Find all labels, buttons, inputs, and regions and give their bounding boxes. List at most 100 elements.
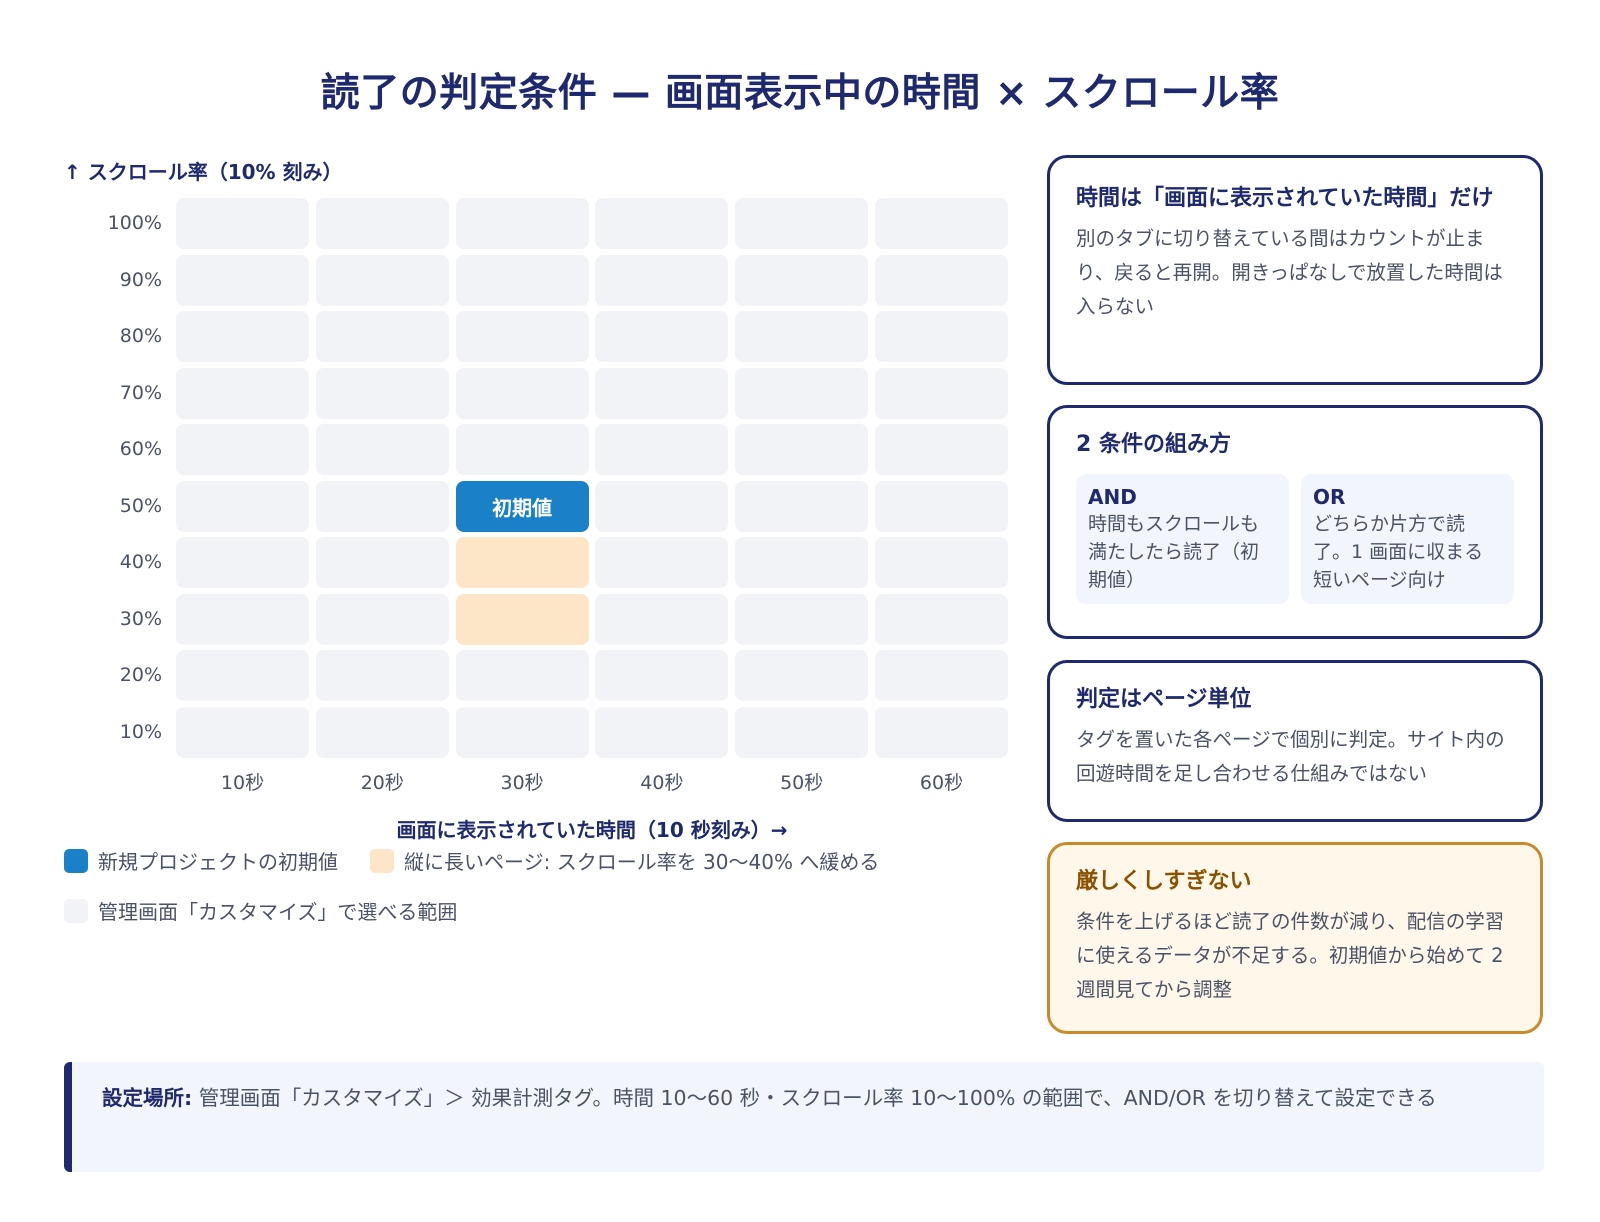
heatmap-cell [874, 367, 1008, 419]
heatmap-cell [874, 254, 1008, 306]
heatmap-cell [176, 650, 309, 701]
heatmap-cell [874, 311, 1008, 362]
heatmap-cell [176, 706, 309, 758]
heatmap-cell [176, 537, 309, 588]
heatmap-cell [874, 537, 1008, 588]
card-not-too-strict: 厳しくしすぎない 条件を上げるほど読了の件数が減り、配信の学習に使えるデータが不… [1047, 842, 1543, 1034]
heatmap-cell [176, 424, 309, 475]
heatmap-cell [315, 198, 449, 249]
heatmap-cell [455, 198, 589, 249]
heatmap-cell [735, 537, 869, 588]
heatmap-cell [595, 537, 729, 588]
heatmap-cell [315, 367, 449, 419]
heatmap-cell [315, 537, 449, 588]
heatmap-cell [874, 593, 1008, 645]
heatmap-cell [315, 650, 449, 701]
heatmap-cell [735, 650, 869, 701]
legend-item-initial: 新規プロジェクトの初期値 [64, 846, 338, 875]
heatmap-cell [595, 706, 729, 758]
heatmap-cell [455, 254, 589, 306]
heatmap-cell [315, 424, 449, 475]
heatmap-cell [455, 311, 589, 362]
heatmap-grid: 初期値 [176, 198, 1008, 762]
legend-item-relaxed: 縦に長いページ: スクロール率を 30〜40% へ緩める [370, 846, 879, 875]
y-tick-label: 60% [119, 438, 162, 460]
heatmap-cell [595, 311, 729, 362]
x-axis-label: 画面に表示されていた時間（10 秒刻み）→ [396, 818, 788, 842]
heatmap-cell [595, 480, 729, 532]
legend-label-initial: 新規プロジェクトの初期値 [98, 850, 338, 874]
heatmap-cell [455, 424, 589, 475]
settings-location-note: 設定場所: 管理画面「カスタマイズ」＞ 効果計測タグ。時間 10〜60 秒・スク… [64, 1062, 1544, 1172]
and-option: AND 時間もスクロールも満たしたら読了（初期値） [1076, 474, 1289, 604]
heatmap-cell [315, 480, 449, 532]
heatmap-cell [455, 706, 589, 758]
heatmap-cell [315, 254, 449, 306]
initial-value-label: 初期値 [492, 495, 553, 520]
y-axis-label: ↑ スクロール率（10% 刻み） [64, 160, 343, 184]
note-label: 設定場所: [102, 1086, 193, 1110]
heatmap-cell [874, 198, 1008, 249]
card-body: 条件を上げるほど読了の件数が減り、配信の学習に使えるデータが不足する。初期値から… [1076, 910, 1505, 1001]
heatmap-cell [735, 424, 869, 475]
heatmap-cell-initial: 初期値 [455, 480, 589, 532]
heatmap-cell [735, 254, 869, 306]
y-tick-label: 70% [119, 381, 162, 404]
heatmap-cell [735, 311, 869, 362]
heatmap-cell [874, 480, 1008, 532]
heatmap-cell [595, 254, 729, 306]
or-option-title: OR [1313, 485, 1346, 509]
heatmap-cell [735, 593, 869, 645]
heatmap-cell [176, 311, 309, 362]
card-body: タグを置いた各ページで個別に判定。サイト内の回遊時間を足し合わせる仕組みではない [1076, 728, 1505, 785]
card-title: 2 条件の組み方 [1076, 432, 1231, 457]
heatmap-cell [595, 198, 729, 249]
heatmap-cell [874, 706, 1008, 758]
heatmap-cell [874, 424, 1008, 475]
y-tick-label: 90% [119, 268, 162, 291]
x-tick-label: 40秒 [640, 772, 684, 794]
heatmap-cell [595, 593, 729, 645]
card-title: 時間は「画面に表示されていた時間」だけ [1076, 186, 1494, 211]
x-tick-label: 20秒 [360, 772, 404, 794]
heatmap-cell [735, 198, 869, 249]
heatmap-cell [735, 706, 869, 758]
x-tick-label: 30秒 [500, 772, 544, 794]
heatmap-cell-relaxed [455, 537, 589, 588]
card-combine-conditions: 2 条件の組み方 AND 時間もスクロールも満たしたら読了（初期値） OR どち… [1047, 405, 1543, 639]
card-page-unit: 判定はページ単位 タグを置いた各ページで個別に判定。サイト内の回遊時間を足し合わ… [1047, 660, 1543, 822]
card-title: 判定はページ単位 [1076, 687, 1252, 712]
heatmap-cell [176, 593, 309, 645]
legend-label-relaxed: 縦に長いページ: スクロール率を 30〜40% へ緩める [404, 850, 880, 874]
x-axis-ticks: 10秒 20秒 30秒 40秒 50秒 60秒 [176, 768, 1008, 798]
page-title: 読了の判定条件 — 画面表示中の時間 × スクロール率 [320, 71, 1280, 116]
x-tick-label: 10秒 [220, 772, 265, 794]
card-visible-time: 時間は「画面に表示されていた時間」だけ 別のタブに切り替えている間はカウントが止… [1047, 155, 1543, 385]
heatmap-cell [874, 650, 1008, 701]
y-tick-label: 40% [119, 551, 162, 573]
heatmap-cell [315, 593, 449, 645]
heatmap-cell [176, 367, 309, 419]
legend-swatch-initial [64, 848, 88, 873]
legend-swatch-range [64, 898, 88, 923]
heatmap-cell [176, 480, 309, 532]
y-tick-label: 50% [119, 494, 162, 517]
heatmap-cell [455, 367, 589, 419]
heatmap-cell-relaxed [455, 593, 589, 645]
x-tick-label: 60秒 [919, 772, 964, 794]
card-body: 別のタブに切り替えている間はカウントが止まり、戻ると再開。開きっぱなしで放置した… [1076, 227, 1503, 318]
heatmap-cell [315, 706, 449, 758]
or-option: OR どちらか片方で読了。1 画面に収まる短いページ向け [1301, 474, 1514, 604]
y-tick-label: 30% [119, 607, 162, 630]
y-tick-label: 20% [119, 664, 162, 686]
or-option-desc: どちらか片方で読了。1 画面に収まる短いページ向け [1313, 513, 1484, 591]
note-text: 管理画面「カスタマイズ」＞ 効果計測タグ。時間 10〜60 秒・スクロール率 1… [192, 1086, 1437, 1110]
x-tick-label: 50秒 [780, 772, 824, 794]
and-option-title: AND [1088, 485, 1137, 509]
heatmap-cell [595, 650, 729, 701]
y-tick-label: 100% [107, 212, 162, 234]
heatmap-cell [735, 367, 869, 419]
heatmap-cell [735, 480, 869, 532]
heatmap-cell [595, 367, 729, 419]
y-tick-label: 10% [119, 720, 162, 743]
